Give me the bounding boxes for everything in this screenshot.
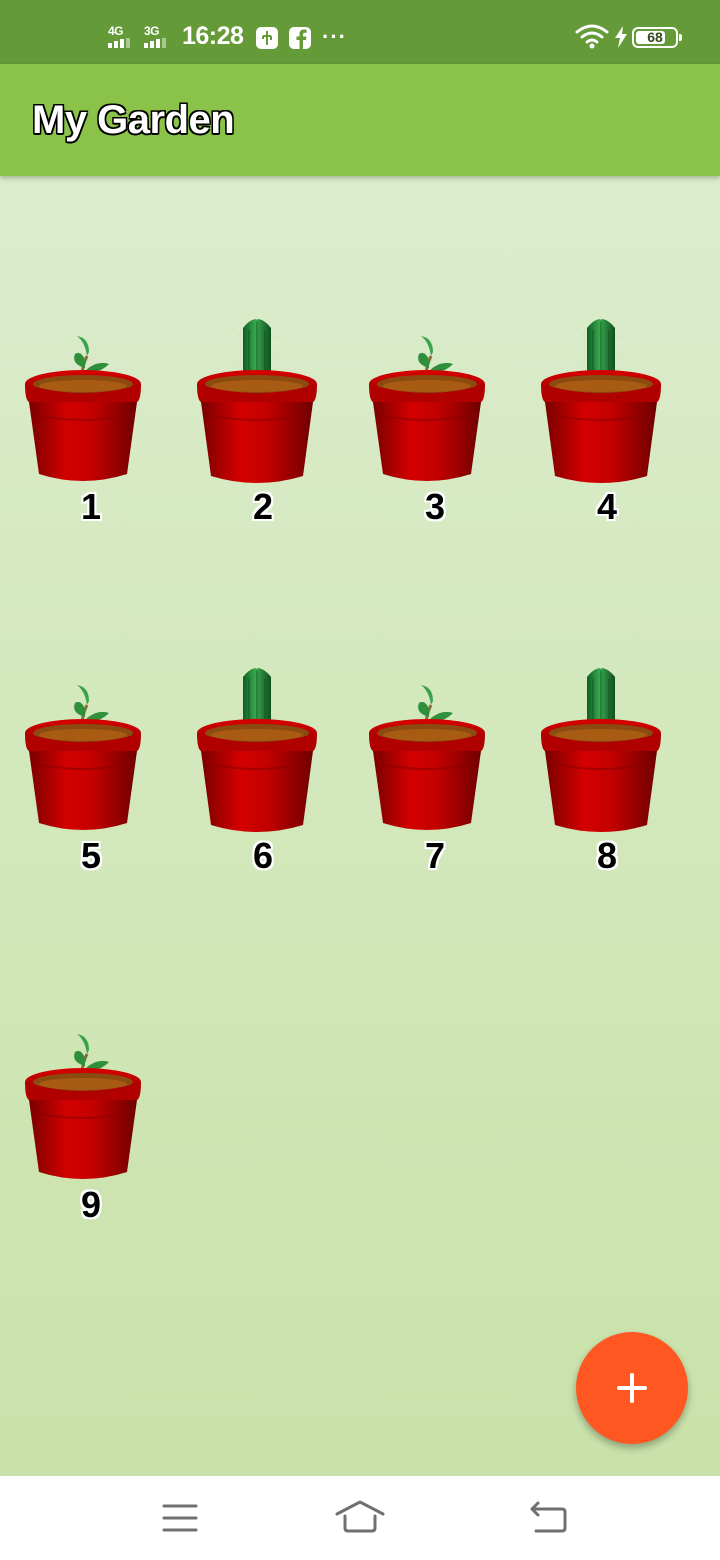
more-notifications-icon: ··· [322,24,347,49]
pot-item-5[interactable]: 5 [5,645,177,885]
menu-icon [162,1504,198,1532]
pot-item-8[interactable]: 8 [521,645,693,885]
pot-number: 3 [424,486,446,527]
cactus-pot-icon [197,316,329,488]
status-time: 16:28 [182,22,244,50]
app-bar: My Garden [0,64,720,176]
pot-number: 7 [424,835,446,876]
pot-number: 9 [80,1184,102,1225]
pot-number: 6 [252,835,274,876]
cactus-pot-icon [541,665,673,837]
sprout-pot-icon [369,665,501,837]
page-title: My Garden [32,98,235,142]
sprout-pot-icon [25,316,157,488]
battery-level: 68 [647,29,663,45]
pot-number: 2 [252,486,274,527]
home-icon [335,1500,385,1533]
pot-item-7[interactable]: 7 [349,645,521,885]
signal-icon: 3G [144,24,174,50]
pot-number: 8 [596,835,618,876]
sprout-pot-icon [25,1014,157,1186]
sprout-pot-icon [369,316,501,488]
pot-number: 1 [80,486,102,527]
charging-icon [615,26,627,48]
network-type-label: 4G [108,24,124,38]
pot-item-1[interactable]: 1 [5,296,177,536]
pot-item-2[interactable]: 2 [177,296,349,536]
status-bar: 4G 3G 16:28 ··· 68 [0,0,720,64]
network-type-label: 3G [144,24,160,38]
garden-grid: 1 2 3 4 5 6 7 8 9 [0,176,720,1476]
pot-number: 4 [596,486,618,527]
system-nav-bar [0,1476,720,1560]
cactus-pot-icon [197,665,329,837]
menu-button[interactable] [150,1494,210,1542]
back-button[interactable] [518,1494,578,1542]
signal-icon: 4G [108,24,138,50]
wifi-icon [575,24,609,49]
facebook-icon [289,27,311,49]
back-icon [530,1501,567,1533]
pot-item-4[interactable]: 4 [521,296,693,536]
pot-number: 5 [80,835,102,876]
pot-item-9[interactable]: 9 [5,994,177,1234]
add-plant-button[interactable] [576,1332,688,1444]
pot-item-6[interactable]: 6 [177,645,349,885]
pot-item-3[interactable]: 3 [349,296,521,536]
battery-icon: 68 [632,27,682,48]
cactus-pot-icon [541,316,673,488]
home-button[interactable] [330,1494,390,1542]
sprout-pot-icon [25,665,157,837]
usb-debug-icon [256,27,278,49]
